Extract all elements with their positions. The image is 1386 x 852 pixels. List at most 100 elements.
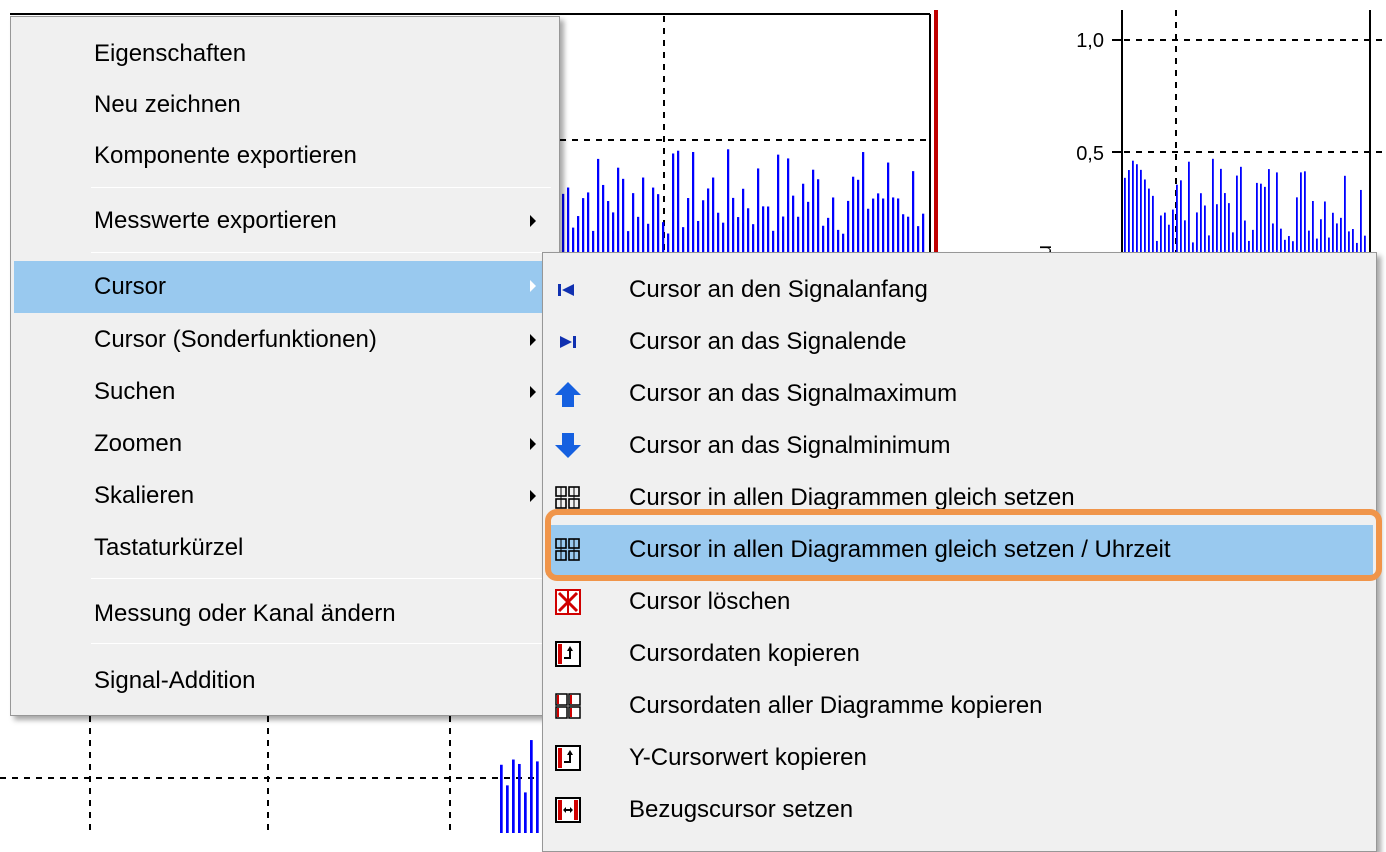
submenu-item-label: Cursor in allen Diagrammen gleich setzen <box>629 484 1075 511</box>
menu-item-label: Suchen <box>94 378 176 405</box>
submenu-item-label: Cursor an den Signalanfang <box>629 276 928 303</box>
arrow-down-icon <box>555 433 581 458</box>
signal-bar <box>872 198 875 258</box>
highlight-callout <box>545 509 1382 581</box>
submenu-item-signalende[interactable]: Cursor an das Signalende <box>546 317 1373 367</box>
arrow-up-icon <box>555 382 581 407</box>
signal-bar <box>652 187 655 258</box>
signal-bar <box>1304 171 1306 258</box>
submenu-item-cursordaten-kopieren[interactable]: Cursordaten kopieren <box>546 629 1373 679</box>
menu-separator <box>91 643 551 644</box>
signal-bar <box>518 763 521 833</box>
signal-bar <box>530 740 533 833</box>
context-menu: Eigenschaften Neu zeichnen Komponente ex… <box>10 16 560 716</box>
signal-bar <box>702 200 705 258</box>
menu-item-komponente-exportieren[interactable]: Komponente exportieren <box>14 131 556 181</box>
menu-item-messwerte-exportieren[interactable]: Messwerte exportieren <box>14 196 556 246</box>
menu-item-cursor[interactable]: Cursor <box>14 261 556 313</box>
signal-bar <box>1216 204 1218 258</box>
menu-item-eigenschaften[interactable]: Eigenschaften <box>14 29 556 79</box>
signal-bar <box>1264 186 1266 258</box>
signal-bar <box>642 177 645 258</box>
signal-bar <box>687 198 690 258</box>
signal-bar <box>1132 160 1134 258</box>
signal-bar <box>677 150 680 258</box>
menu-item-signal-addition[interactable]: Signal-Addition <box>14 656 556 706</box>
signal-bar <box>792 195 795 258</box>
submenu-item-label: Cursor an das Signalende <box>629 328 907 355</box>
signal-bar <box>727 149 730 258</box>
signal-bar <box>877 193 880 258</box>
submenu-item-label: Cursor löschen <box>629 588 791 615</box>
signal-bar <box>1324 201 1326 258</box>
submenu-item-label: Y-Cursorwert kopieren <box>629 744 867 771</box>
signal-bar <box>812 169 815 258</box>
chevron-right-icon <box>530 280 536 292</box>
menu-separator <box>91 578 551 579</box>
signal-bar <box>1300 172 1302 258</box>
menu-item-label: Cursor <box>94 273 167 300</box>
cursor-delete-icon <box>555 589 581 615</box>
signal-bar <box>1220 168 1222 258</box>
copy-y-value-icon <box>555 745 581 771</box>
signal-bar <box>807 201 810 258</box>
submenu-item-y-cursorwert-kopieren[interactable]: Y-Cursorwert kopieren <box>546 733 1373 783</box>
menu-item-messung-oder-kanal-aendern[interactable]: Messung oder Kanal ändern <box>14 589 556 639</box>
signal-bar <box>847 200 850 258</box>
signal-bar <box>1204 205 1206 258</box>
signal-bar <box>1296 197 1298 258</box>
submenu-item-cursordaten-aller-kopieren[interactable]: Cursordaten aller Diagramme kopieren <box>546 681 1373 731</box>
signal-bar <box>1256 182 1258 258</box>
signal-bar <box>617 167 620 258</box>
grid-sync-icon <box>555 486 580 509</box>
left-chart-signal-bottom <box>500 740 539 833</box>
menu-item-label: Signal-Addition <box>94 667 256 694</box>
signal-bar <box>536 761 539 833</box>
signal-bar <box>757 168 760 258</box>
submenu-item-cursor-loeschen[interactable]: Cursor löschen <box>546 577 1373 627</box>
signal-bar <box>632 193 635 258</box>
signal-bar <box>1152 195 1154 258</box>
signal-bar <box>567 187 570 258</box>
signal-bar <box>862 152 865 258</box>
submenu-item-signalminimum[interactable]: Cursor an das Signalminimum <box>546 421 1373 471</box>
menu-item-skalieren[interactable]: Skalieren <box>14 471 556 521</box>
signal-bar <box>832 197 835 258</box>
menu-item-label: Cursor (Sonderfunktionen) <box>94 326 377 353</box>
signal-bar <box>602 184 605 258</box>
submenu-item-bezugscursor-setzen[interactable]: Bezugscursor setzen <box>546 785 1373 835</box>
menu-item-cursor-sonderfunktionen[interactable]: Cursor (Sonderfunktionen) <box>14 315 556 365</box>
signal-bar <box>672 153 675 258</box>
signal-bar <box>506 785 509 833</box>
signal-bar <box>732 197 735 258</box>
cursor-to-start-icon <box>558 284 574 296</box>
menu-separator <box>91 187 551 188</box>
signal-bar <box>817 179 820 258</box>
signal-bar <box>1268 169 1270 258</box>
signal-bar <box>1128 170 1130 258</box>
chevron-right-icon <box>530 490 536 502</box>
chevron-right-icon <box>530 215 536 227</box>
signal-bar <box>767 206 770 258</box>
submenu-item-label: Cursordaten kopieren <box>629 640 860 667</box>
submenu-item-signalmaximum[interactable]: Cursor an das Signalmaximum <box>546 369 1373 419</box>
signal-bar <box>657 194 660 258</box>
right-chart: 1,0 0,5 m/s <box>1035 10 1386 277</box>
menu-item-label: Eigenschaften <box>94 40 247 67</box>
signal-bar <box>1360 189 1362 258</box>
signal-bar <box>867 208 870 258</box>
signal-bar <box>802 183 805 258</box>
signal-bar <box>887 162 890 258</box>
signal-bar <box>857 179 860 258</box>
y-tick-label-1: 1,0 <box>1076 30 1104 52</box>
signal-bar <box>622 178 625 258</box>
menu-item-suchen[interactable]: Suchen <box>14 367 556 417</box>
signal-bar <box>1212 158 1214 258</box>
menu-item-label: Tastaturkürzel <box>94 534 244 561</box>
submenu-item-signalanfang[interactable]: Cursor an den Signalanfang <box>546 265 1373 315</box>
menu-item-neu-zeichnen[interactable]: Neu zeichnen <box>14 80 556 130</box>
signal-bar <box>1240 166 1242 258</box>
chevron-right-icon <box>530 438 536 450</box>
menu-item-tastaturkuerzel[interactable]: Tastaturkürzel <box>14 523 556 573</box>
menu-item-zoomen[interactable]: Zoomen <box>14 419 556 469</box>
